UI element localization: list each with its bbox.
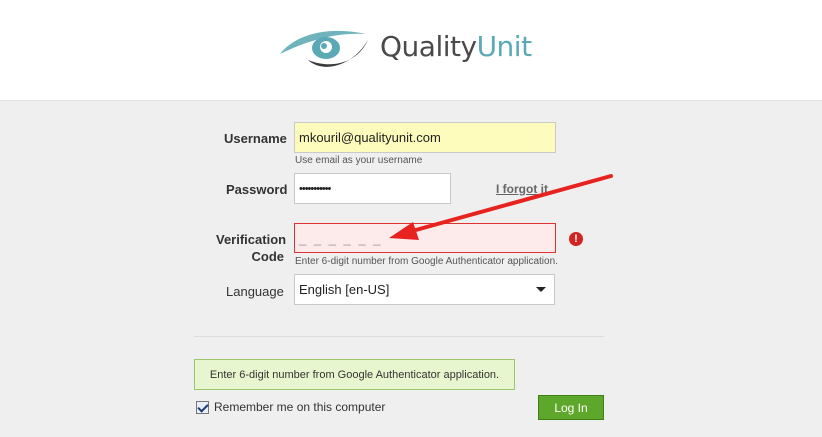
remember-label: Remember me on this computer bbox=[214, 400, 386, 414]
header: QualityUnit bbox=[0, 0, 822, 101]
remember-me[interactable]: Remember me on this computer bbox=[196, 400, 385, 414]
username-field[interactable]: mkouril@qualityunit.com bbox=[294, 122, 556, 153]
verification-code-field[interactable]: _ _ _ _ _ _ bbox=[294, 223, 556, 253]
notice-message: Enter 6-digit number from Google Authent… bbox=[194, 359, 515, 390]
remember-checkbox[interactable] bbox=[196, 400, 209, 414]
chevron-down-icon bbox=[536, 287, 546, 292]
error-icon: ! bbox=[569, 232, 583, 246]
qualityunit-logo-icon bbox=[280, 30, 368, 67]
password-field[interactable]: ••••••••••• bbox=[294, 173, 451, 204]
language-select[interactable]: English [en-US] bbox=[294, 274, 555, 305]
forgot-password-link[interactable]: I forgot it bbox=[496, 182, 548, 196]
username-hint: Use email as your username bbox=[295, 155, 423, 166]
brand-name: QualityUnit bbox=[380, 30, 532, 63]
verification-hint: Enter 6-digit number from Google Authent… bbox=[295, 256, 558, 267]
username-label: Username bbox=[224, 131, 287, 146]
verification-label: Verification Code bbox=[216, 232, 287, 264]
login-button[interactable]: Log In bbox=[538, 395, 604, 420]
password-label: Password bbox=[226, 182, 288, 197]
language-label: Language bbox=[226, 284, 284, 299]
divider bbox=[194, 336, 604, 337]
